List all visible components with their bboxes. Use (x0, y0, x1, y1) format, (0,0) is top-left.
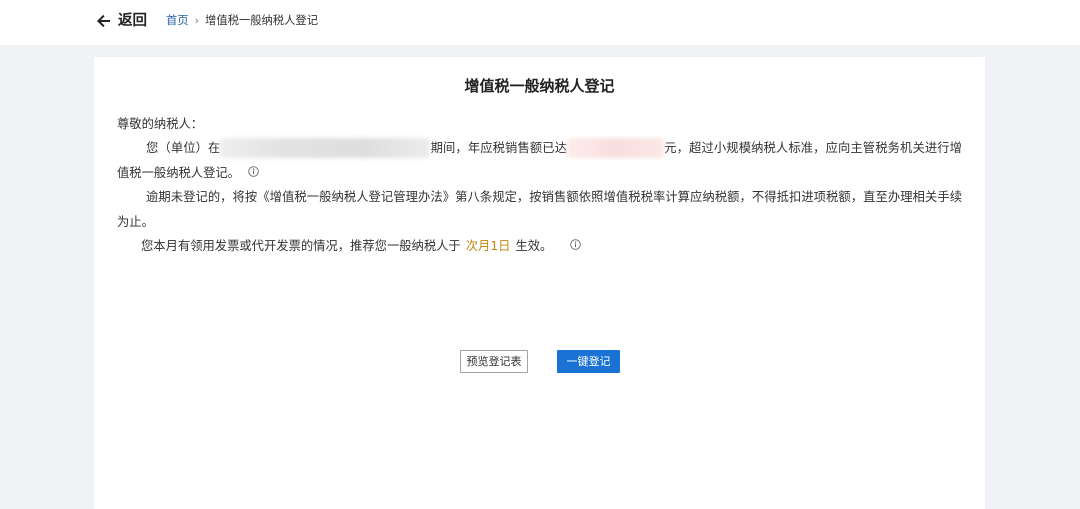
page-title: 增值税一般纳税人登记 (464, 77, 615, 95)
notice-para3-text: 您本月有领用发票或代开发票的情况，推荐您一般纳税人于 (141, 238, 461, 253)
notice-para1-text-b: 期间，年应税销售额已达 (430, 141, 568, 156)
notice-para3: 您本月有领用发票或代开发票的情况，推荐您一般纳税人于 次月1日 生效。 (117, 234, 962, 258)
registration-notice-card: 增值税一般纳税人登记 尊敬的纳税人： 您（单位）在 期间，年应税销售额已达 元，超过… (94, 57, 985, 509)
breadcrumb-current: 增值税一般纳税人登记 (205, 14, 318, 27)
redacted-sales-amount (567, 137, 665, 158)
notice-greeting: 尊敬的纳税人： (117, 117, 204, 131)
notice-body: 尊敬的纳税人： 您（单位）在 期间，年应税销售额已达 元，超过小规模纳税人标准，应向… (117, 112, 962, 258)
redacted-period (220, 137, 431, 158)
info-icon[interactable] (570, 239, 582, 251)
notice-para2-line2: 为止。 (117, 214, 154, 229)
notice-para1-text-d: 值税一般纳税人登记。 (117, 165, 240, 180)
notice-para2-line1: 逾期未登记的，将按《增值税一般纳税人登记管理办法》第八条规定，按销售额依照增值税… (146, 190, 962, 205)
notice-para1-line1: 您（单位）在 期间，年应税销售额已达 元，超过小规模纳税人标准，应向主管税务机关进行… (117, 136, 962, 160)
effective-date-highlight: 次月1日 (465, 238, 511, 253)
one-click-register-button[interactable]: 一键登记 (557, 350, 620, 373)
arrow-left-icon (96, 14, 110, 28)
notice-para1-text-a: 您（单位）在 (146, 141, 221, 156)
breadcrumb-separator: › (194, 14, 200, 27)
breadcrumb: 首页 › 增值税一般纳税人登记 (166, 12, 318, 30)
info-icon[interactable] (248, 166, 259, 178)
preview-registration-form-button[interactable]: 预览登记表 (460, 350, 528, 373)
back-button[interactable]: 返回 (96, 11, 147, 31)
notice-para1-line2: 值税一般纳税人登记。 (117, 161, 962, 185)
notice-para1-text-c: 元，超过小规模纳税人标准，应向主管税务机关进行增 (664, 141, 962, 156)
notice-para3-suffix: 生效。 (515, 238, 553, 253)
top-bar: 返回 首页 › 增值税一般纳税人登记 (0, 0, 1080, 45)
breadcrumb-home-link[interactable]: 首页 (166, 12, 189, 30)
back-label: 返回 (118, 13, 147, 29)
